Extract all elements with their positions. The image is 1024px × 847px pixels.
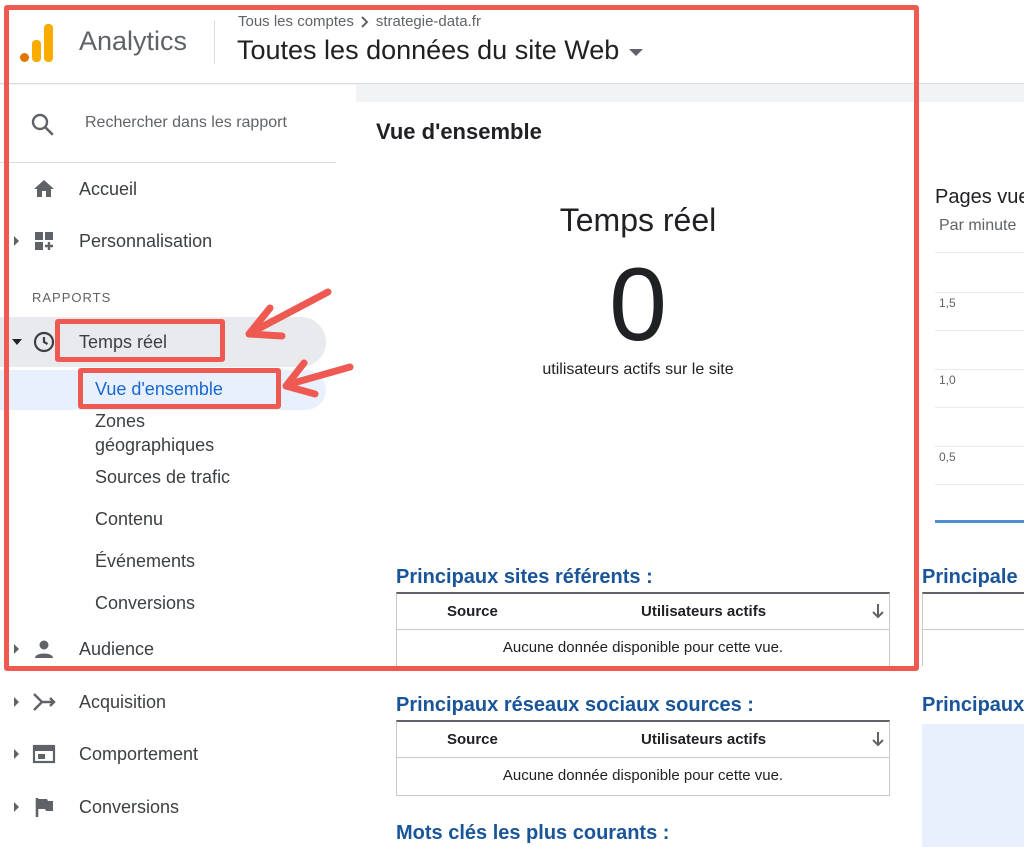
map-area — [922, 724, 1024, 847]
chart-gridline — [935, 446, 1024, 447]
table-row: Aucune donnée disponible pour cette vue. — [397, 758, 889, 795]
expand-arrow-icon[interactable] — [14, 749, 19, 759]
chart-gridline — [935, 330, 1024, 331]
sort-down-arrow-icon[interactable] — [869, 730, 887, 748]
pageviews-panel: Pages vue Par minute 1,5 1,0 0,5 Princip… — [920, 102, 1024, 847]
annotation-realtime-box — [55, 319, 225, 362]
chart-gridline — [935, 407, 1024, 408]
sidebar-item-conversions[interactable]: Conversions — [0, 786, 330, 828]
column-header-source[interactable]: Source — [447, 731, 498, 748]
table-header: Source Utilisateurs actifs — [397, 722, 889, 758]
top-social-table: Source Utilisateurs actifs Aucune donnée… — [396, 720, 890, 796]
browser-window-icon — [32, 744, 56, 764]
top-social-title: Principaux réseaux sociaux sources : — [396, 694, 754, 716]
right-section-title: Principale — [922, 566, 1018, 588]
empty-table-message: Aucune donnée disponible pour cette vue. — [502, 767, 784, 784]
right-table — [922, 592, 1024, 666]
chart-gridline — [935, 484, 1024, 485]
pageviews-subtitle: Par minute — [939, 217, 1017, 234]
sidebar-item-label: Comportement — [79, 743, 199, 764]
right-section-title: Principaux — [922, 694, 1024, 716]
y-tick-label: 1,5 — [939, 296, 956, 310]
expand-arrow-icon[interactable] — [14, 802, 19, 812]
chart-gridline — [935, 292, 1024, 293]
flag-icon — [35, 798, 53, 817]
y-tick-label: 1,0 — [939, 373, 956, 387]
expand-arrow-icon[interactable] — [14, 697, 19, 707]
pageviews-title: Pages vue — [935, 186, 1024, 208]
sidebar-item-label: Conversions — [79, 796, 180, 817]
annotation-overview-box — [78, 368, 281, 409]
chart-gridline — [935, 369, 1024, 370]
chart-series-line — [935, 520, 1024, 523]
top-keywords-title: Mots clés les plus courants : — [396, 822, 670, 844]
sidebar-item-acquisition[interactable]: Acquisition — [0, 681, 330, 723]
merge-arrows-icon — [33, 693, 56, 711]
column-header-active-users[interactable]: Utilisateurs actifs — [641, 731, 766, 748]
sidebar-item-behavior[interactable]: Comportement — [0, 733, 330, 775]
chart-gridline — [935, 252, 1024, 253]
y-tick-label: 0,5 — [939, 450, 956, 464]
sidebar-item-label: Acquisition — [79, 691, 167, 712]
